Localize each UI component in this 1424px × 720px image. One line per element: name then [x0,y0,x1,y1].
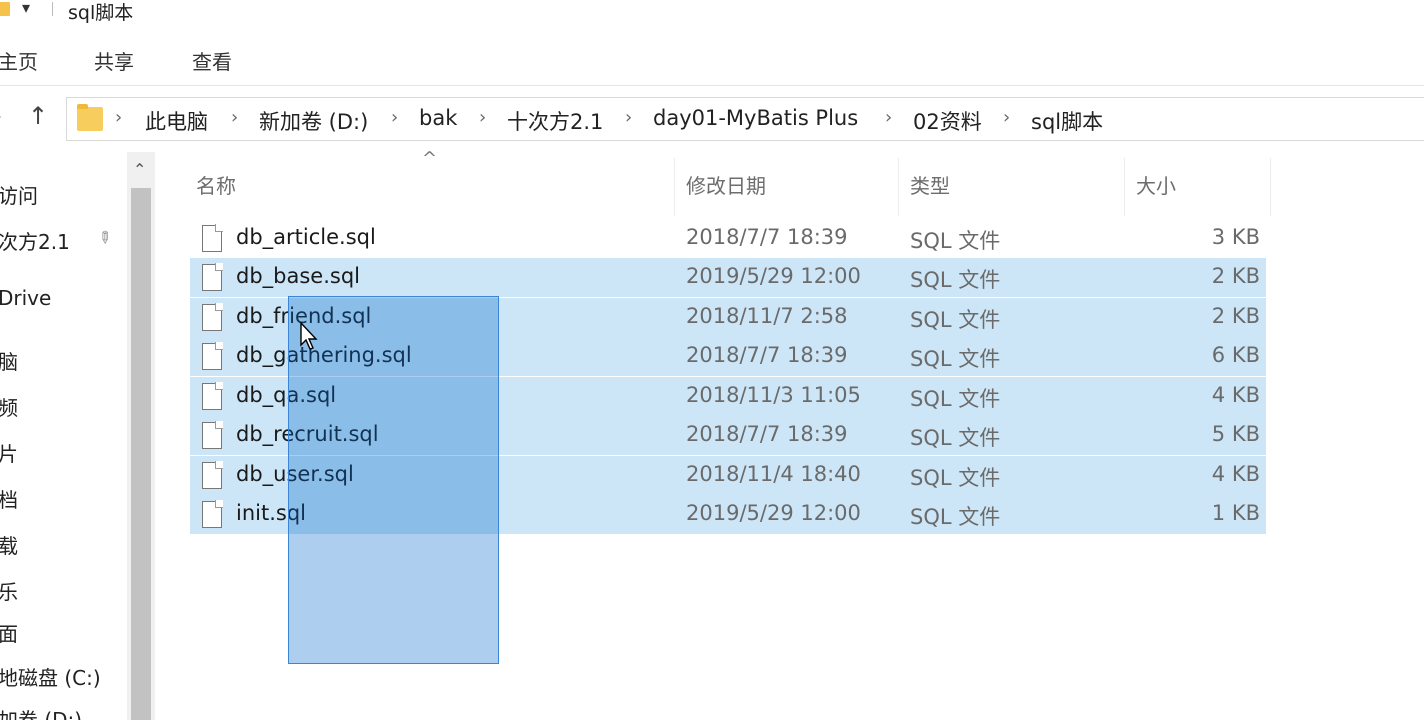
file-size: 3 KB [1211,225,1260,249]
file-icon [202,500,223,528]
breadcrumb-this-pc[interactable]: 此电脑 [145,106,208,136]
folder-icon [77,104,103,131]
file-row[interactable]: db_article.sql 2018/7/7 18:39 SQL 文件 3 K… [190,219,1266,258]
file-icon [202,224,223,252]
file-size: 4 KB [1211,383,1260,407]
nav-item-videos[interactable]: 频 [0,392,18,421]
nav-item-onedrive[interactable]: Drive [0,286,51,310]
file-type: SQL 文件 [910,426,1001,450]
column-divider[interactable] [674,158,675,216]
file-icon [202,303,223,331]
tab-view[interactable]: 查看 [192,46,232,75]
file-size: 5 KB [1211,422,1260,446]
file-size: 1 KB [1211,501,1260,525]
file-type: SQL 文件 [910,466,1001,490]
breadcrumb-materials[interactable]: 02资料 [913,106,982,136]
nav-scrollbar[interactable]: ⌃ [127,152,155,720]
breadcrumb-separator-icon[interactable]: › [115,107,122,128]
file-date: 2018/11/4 18:40 [686,462,861,486]
breadcrumb-project[interactable]: 十次方2.1 [507,106,603,136]
file-row[interactable]: db_base.sql 2019/5/29 12:00 SQL 文件 2 KB [190,258,1266,297]
file-name: db_base.sql [236,264,361,288]
breadcrumb-separator-icon[interactable]: › [885,107,892,128]
nav-item-drive-c[interactable]: 地磁盘 (C:) [0,662,101,691]
file-date: 2019/5/29 12:00 [686,264,861,288]
breadcrumb-separator-icon[interactable]: › [479,107,486,128]
column-header-name[interactable]: 名称 [196,170,236,199]
breadcrumb-bak[interactable]: bak [419,106,457,130]
column-divider[interactable] [898,158,899,216]
back-button-icon[interactable]: › [0,104,2,128]
column-divider[interactable] [1124,158,1125,216]
file-type: SQL 文件 [910,308,1001,332]
file-date: 2018/11/7 2:58 [686,304,848,328]
file-size: 2 KB [1211,264,1260,288]
nav-item-pictures[interactable]: 片 [0,438,18,467]
breadcrumb-separator-icon[interactable]: › [625,107,632,128]
window-title: sql脚本 [68,2,134,24]
quick-access-dropdown-icon[interactable]: ▾ [22,0,30,17]
scroll-up-icon[interactable]: ⌃ [133,160,146,179]
nav-item-music[interactable]: 乐 [0,576,18,605]
breadcrumb-separator-icon[interactable]: › [1003,107,1010,128]
breadcrumb-sql-scripts[interactable]: sql脚本 [1031,106,1103,136]
breadcrumb-separator-icon[interactable]: › [391,107,398,128]
scroll-thumb[interactable] [131,188,151,720]
file-size: 6 KB [1211,343,1260,367]
nav-item-downloads[interactable]: 载 [0,530,18,559]
up-arrow-icon[interactable]: ↑ [28,102,48,130]
file-date: 2018/7/7 18:39 [686,422,848,446]
tab-home[interactable]: 主页 [0,46,38,75]
nav-item-desktop[interactable]: 面 [0,618,18,647]
nav-item-quick-access[interactable]: 访问 [0,180,38,209]
file-icon [202,382,223,410]
column-header-size[interactable]: 大小 [1136,170,1176,199]
file-type: SQL 文件 [910,387,1001,411]
file-size: 4 KB [1211,462,1260,486]
column-header-date[interactable]: 修改日期 [686,170,766,199]
file-type: SQL 文件 [910,505,1001,529]
column-divider[interactable] [1270,158,1271,216]
address-bar[interactable]: › 此电脑 › 新加卷 (D:) › bak › 十次方2.1 › day01-… [66,97,1424,141]
file-date: 2018/7/7 18:39 [686,225,848,249]
nav-item-this-pc[interactable]: 脑 [0,346,18,375]
tab-share[interactable]: 共享 [94,46,134,75]
title-bar: ▾ sql脚本 [0,0,1424,24]
column-header-type[interactable]: 类型 [910,170,950,199]
folder-icon [0,2,10,16]
file-date: 2018/7/7 18:39 [686,343,848,367]
file-type: SQL 文件 [910,347,1001,371]
file-icon [202,421,223,449]
nav-item-drive-d[interactable]: 加卷 (D:) [0,704,82,720]
nav-item-documents[interactable]: 档 [0,484,18,513]
file-type: SQL 文件 [910,229,1001,253]
breadcrumb-drive-d[interactable]: 新加卷 (D:) [259,106,368,136]
file-date: 2019/5/29 12:00 [686,501,861,525]
file-icon [202,461,223,489]
file-icon [202,263,223,291]
title-divider [52,2,53,16]
sort-ascending-icon: ^ [422,148,438,169]
file-icon [202,342,223,370]
file-date: 2018/11/3 11:05 [686,383,861,407]
file-type: SQL 文件 [910,268,1001,292]
breadcrumb-day01[interactable]: day01-MyBatis Plus [653,106,858,130]
nav-item-project[interactable]: 次方2.1 [0,226,70,255]
breadcrumb-separator-icon[interactable]: › [231,107,238,128]
file-name: db_article.sql [236,225,376,249]
ribbon: 主页 共享 查看 [0,34,1424,86]
file-size: 2 KB [1211,304,1260,328]
